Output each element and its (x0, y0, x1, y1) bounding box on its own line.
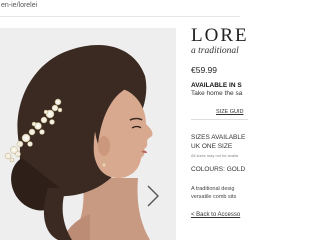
product-image[interactable] (0, 28, 176, 240)
product-subtitle: a traditional (191, 46, 239, 56)
sizes-available-label: SIZES AVAILABLE (191, 134, 246, 141)
size-note: All sizes may not be availa (191, 153, 239, 158)
divider (191, 119, 248, 120)
size-guide-link[interactable]: SIZE GUID (216, 109, 244, 115)
chevron-right-icon[interactable] (146, 184, 160, 208)
address-bar[interactable]: en-ie/lorelei (0, 0, 240, 17)
description-line-1: A traditional desig (191, 186, 235, 192)
product-title: LOREL (191, 25, 248, 46)
product-price: €59.99 (191, 65, 217, 75)
size-option[interactable]: UK ONE SIZE (191, 143, 232, 150)
url-text: en-ie/lorelei (1, 2, 38, 9)
back-to-accessories-link[interactable]: < Back to Accesso (191, 212, 240, 218)
availability-label: AVAILABLE IN S (191, 82, 242, 89)
hair-comb-model-photo (0, 28, 176, 240)
description-line-2: versatile comb sits (191, 194, 237, 200)
product-details: LOREL a traditional €59.99 AVAILABLE IN … (188, 16, 248, 240)
colours-label: COLOURS: GOLD (191, 166, 246, 173)
take-home-text: Take home the sa (191, 90, 243, 97)
